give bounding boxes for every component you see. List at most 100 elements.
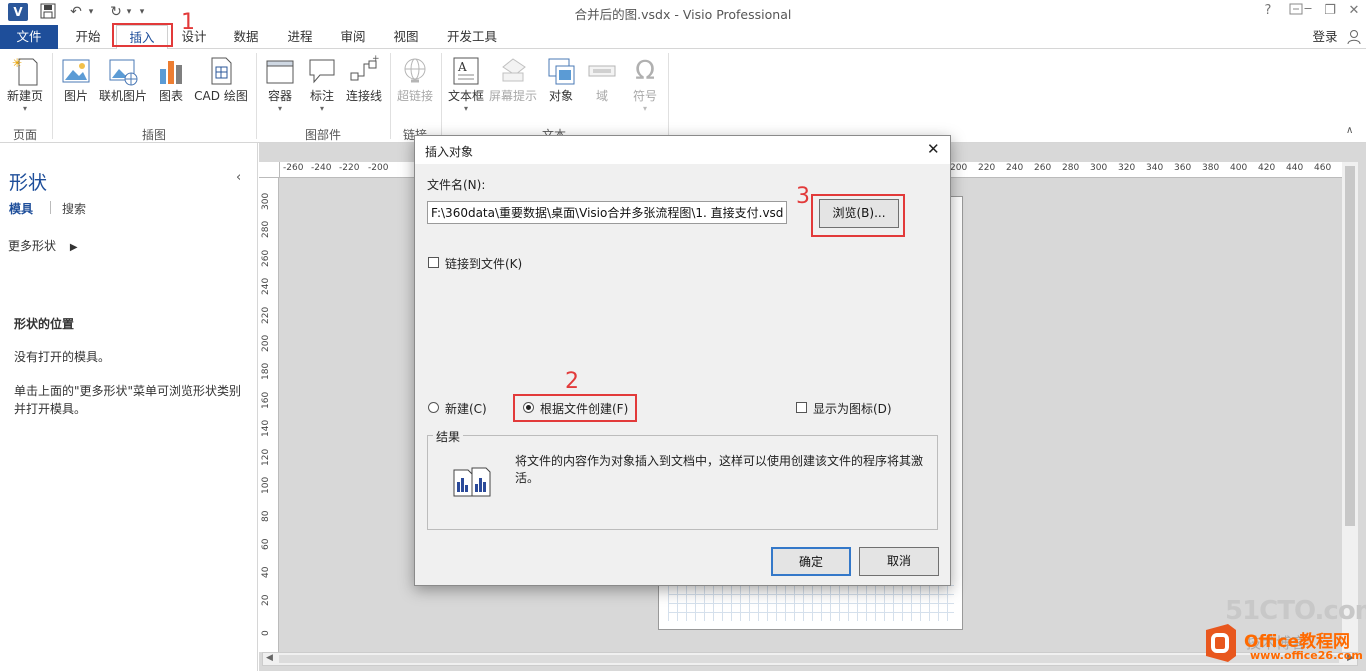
create-new-label: 新建(C) bbox=[445, 402, 487, 416]
connector-icon: + bbox=[348, 54, 380, 87]
svg-text:✳: ✳ bbox=[12, 56, 22, 70]
chevron-right-icon: ▶ bbox=[69, 242, 78, 253]
restore-icon[interactable]: ❐ bbox=[1318, 3, 1342, 18]
more-shapes-label: 更多形状 bbox=[8, 239, 57, 253]
ok-button[interactable]: 确定 bbox=[771, 547, 851, 576]
online-picture-icon bbox=[107, 55, 139, 87]
picture-button[interactable]: 图片 bbox=[58, 55, 94, 104]
annotation-step-3: 3 bbox=[796, 184, 810, 209]
link-to-file-label: 链接到文件(K) bbox=[445, 257, 523, 271]
dialog-title: 插入对象 bbox=[425, 145, 474, 159]
object-icon bbox=[545, 55, 577, 87]
link-to-file-checkbox[interactable] bbox=[428, 257, 439, 268]
display-as-icon-checkbox[interactable] bbox=[796, 402, 807, 413]
ribbon: ✳ 新建页 ▾ 页面 图片 联机图片 图表 CAD 绘图 插图 容器 ▾ 标注 … bbox=[0, 49, 1366, 143]
hyperlink-button[interactable]: 超链接 bbox=[395, 55, 435, 104]
display-as-icon-label: 显示为图标(D) bbox=[813, 402, 892, 416]
object-button[interactable]: 对象 bbox=[544, 55, 578, 104]
result-groupbox bbox=[427, 435, 938, 530]
watermark-office26-url: www.office26.com bbox=[1250, 649, 1363, 662]
tab-review[interactable]: 审阅 bbox=[329, 25, 377, 49]
vertical-scrollbar[interactable] bbox=[1342, 162, 1358, 652]
callout-button[interactable]: 标注 ▾ bbox=[304, 55, 340, 113]
window-title: 合并后的图.vsdx - Visio Professional bbox=[574, 7, 792, 22]
annotation-step-2: 2 bbox=[565, 369, 579, 394]
more-shapes-menu[interactable]: 更多形状 ▶ bbox=[8, 237, 78, 254]
hyperlink-label: 超链接 bbox=[396, 89, 433, 103]
create-new-radio[interactable] bbox=[428, 402, 439, 413]
container-button[interactable]: 容器 ▾ bbox=[262, 55, 298, 113]
new-page-label: 新建页 bbox=[6, 89, 43, 103]
tab-home[interactable]: 开始 bbox=[64, 25, 112, 49]
tab-file[interactable]: 文件 bbox=[0, 25, 58, 49]
tab-developer[interactable]: 开发工具 bbox=[440, 25, 504, 49]
account-icon[interactable] bbox=[1344, 25, 1364, 49]
new-page-button[interactable]: ✳ 新建页 ▾ bbox=[4, 55, 46, 113]
omega-icon: Ω bbox=[635, 56, 655, 86]
annotation-box-insert-tab bbox=[112, 23, 173, 47]
textbox-button[interactable]: A 文本框 ▾ bbox=[446, 55, 486, 113]
object-file-icon bbox=[452, 466, 494, 500]
close-icon[interactable]: ✕ bbox=[927, 140, 940, 158]
field-icon bbox=[586, 55, 618, 87]
cad-drawing-icon bbox=[205, 55, 237, 87]
dialog-titlebar[interactable]: 插入对象 ✕ bbox=[415, 136, 950, 164]
connector-label: 连接线 bbox=[345, 89, 382, 103]
hyperlink-icon bbox=[399, 55, 431, 87]
chart-icon bbox=[155, 55, 187, 87]
tab-process[interactable]: 进程 bbox=[276, 25, 324, 49]
tab-data[interactable]: 数据 bbox=[222, 25, 270, 49]
svg-text:A: A bbox=[457, 60, 467, 74]
cancel-button[interactable]: 取消 bbox=[859, 547, 939, 576]
collapse-ribbon-icon[interactable]: ∧ bbox=[1346, 125, 1353, 136]
minimize-icon[interactable]: ‒ bbox=[1296, 1, 1320, 16]
page-grid bbox=[668, 585, 954, 621]
object-label: 对象 bbox=[548, 89, 573, 103]
connector-button[interactable]: + 连接线 bbox=[344, 54, 384, 104]
annotation-step-1: 1 bbox=[181, 10, 195, 35]
tab-search[interactable]: 搜索 bbox=[62, 200, 86, 217]
vertical-ruler: 300 280 260 240 220 200 180 160 140 120 … bbox=[259, 178, 279, 652]
hint-text-line1: 单击上面的"更多形状"菜单可浏览形状类别 bbox=[14, 384, 242, 398]
screentip-icon bbox=[497, 55, 529, 87]
result-label: 结果 bbox=[433, 428, 464, 445]
field-label: 域 bbox=[595, 89, 608, 103]
textbox-icon: A bbox=[450, 55, 482, 87]
help-button[interactable]: ? bbox=[1256, 3, 1280, 18]
shapes-pane-title: 形状 bbox=[9, 172, 48, 194]
field-button[interactable]: 域 bbox=[586, 55, 618, 104]
collapse-pane-icon[interactable]: ‹ bbox=[236, 170, 241, 185]
close-window-icon[interactable]: ✕ bbox=[1342, 3, 1366, 18]
annotation-box-from-file bbox=[513, 394, 637, 422]
symbol-label: 符号 bbox=[632, 89, 657, 103]
chart-button[interactable]: 图表 bbox=[154, 55, 188, 104]
ribbon-tabs: 文件 开始 插入 设计 数据 进程 审阅 视图 开发工具 登录 bbox=[0, 25, 1366, 49]
cad-drawing-button[interactable]: CAD 绘图 bbox=[192, 55, 250, 104]
callout-icon bbox=[306, 55, 338, 87]
group-label-illustrations: 插图 bbox=[141, 128, 166, 142]
annotation-box-browse bbox=[811, 194, 905, 237]
container-label: 容器 bbox=[267, 89, 292, 103]
result-text-line1: 将文件的内容作为对象插入到文档中，这样可以使用创建该文件的程序将其激 bbox=[515, 454, 924, 468]
result-text-line2: 活。 bbox=[515, 471, 540, 485]
scroll-left-icon[interactable]: ◀ bbox=[266, 653, 273, 663]
login-link[interactable]: 登录 bbox=[1306, 25, 1344, 49]
horizontal-scrollbar[interactable]: ◀ ▶ bbox=[262, 652, 1358, 666]
online-picture-button[interactable]: 联机图片 bbox=[97, 55, 149, 104]
cad-drawing-label: CAD 绘图 bbox=[194, 89, 248, 103]
picture-label: 图片 bbox=[63, 89, 88, 103]
watermark-51cto: 51CTO.com bbox=[1225, 596, 1366, 626]
shapes-location-heading: 形状的位置 bbox=[14, 317, 75, 331]
screentip-label: 屏幕提示 bbox=[488, 89, 537, 103]
group-label-page: 页面 bbox=[12, 128, 37, 142]
filename-input[interactable] bbox=[427, 201, 787, 224]
picture-icon bbox=[60, 55, 92, 87]
office26-logo-icon bbox=[1200, 622, 1242, 664]
symbol-button[interactable]: Ω 符号 ▾ bbox=[628, 55, 662, 113]
ruler-corner bbox=[259, 162, 280, 178]
tab-view[interactable]: 视图 bbox=[382, 25, 430, 49]
new-page-icon: ✳ bbox=[9, 55, 41, 87]
tab-stencils[interactable]: 模具 bbox=[9, 200, 33, 217]
screentip-button[interactable]: 屏幕提示 bbox=[488, 55, 538, 104]
svg-text:+: + bbox=[372, 55, 380, 64]
